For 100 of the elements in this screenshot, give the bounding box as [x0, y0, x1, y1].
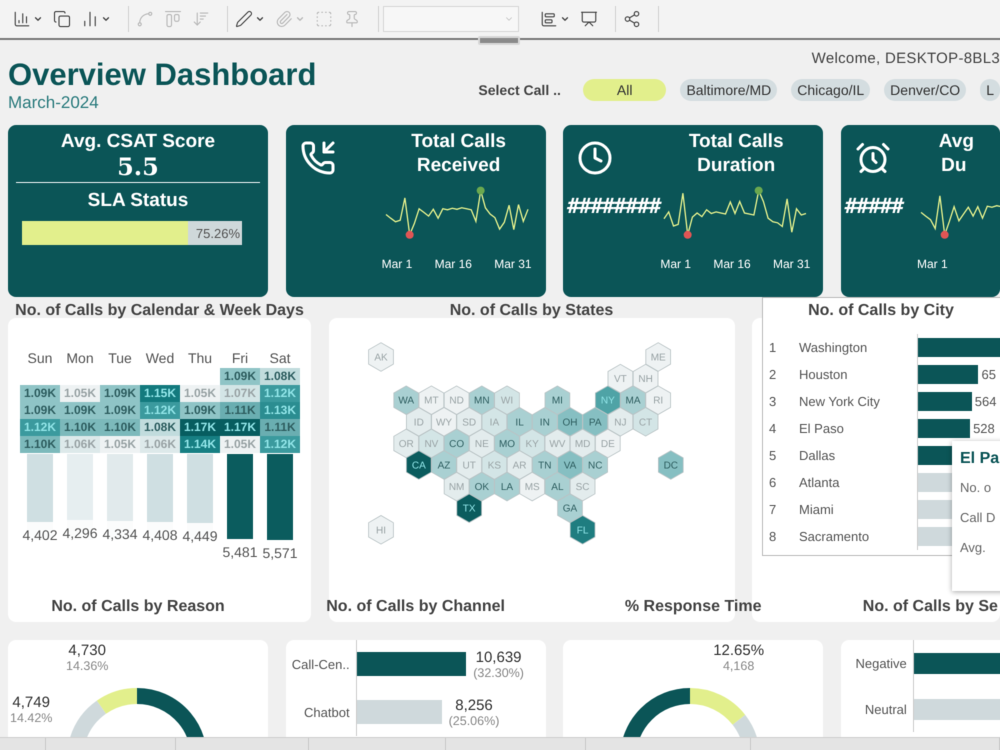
- bar-value: 5,481: [222, 544, 258, 560]
- state-tile[interactable]: IL: [506, 407, 532, 437]
- state-tile[interactable]: SC: [569, 472, 595, 502]
- state-tile[interactable]: AL: [544, 472, 570, 502]
- card-title: Avg. CSAT Score: [60, 130, 216, 154]
- tooltip-title: El Pa: [960, 450, 1000, 468]
- heatmap-cell: 1.06K: [60, 436, 100, 453]
- weekday-label: Tue: [107, 350, 133, 366]
- weekday-label: Thu: [186, 350, 214, 366]
- bar-chart-icon: [540, 10, 558, 28]
- bar-share: (25.06%): [448, 714, 500, 728]
- heatmap-cell: 1.08K: [260, 368, 300, 385]
- state-tile[interactable]: WI: [494, 385, 520, 415]
- filter-option[interactable]: L: [980, 79, 1000, 101]
- panel-title: No. of Calls by Calendar & Week Days: [14, 301, 305, 321]
- filter-option[interactable]: Denver/CO: [884, 79, 966, 101]
- state-tile[interactable]: TX: [456, 493, 482, 523]
- state-tile[interactable]: IA: [481, 407, 507, 437]
- share-icon: [623, 10, 641, 28]
- state-tile[interactable]: MS: [518, 472, 544, 502]
- card-value: ########: [566, 194, 660, 218]
- text-box-icon: [315, 10, 333, 28]
- state-tile[interactable]: WA: [392, 385, 418, 415]
- caret-icon: [560, 14, 570, 24]
- heatmap-cell: 1.09K: [100, 385, 140, 402]
- resize-handle[interactable]: [478, 36, 520, 45]
- state-tile[interactable]: NJ: [607, 407, 633, 437]
- copy-icon: [53, 10, 71, 28]
- panel-title: % Response Time: [624, 597, 762, 617]
- heatmap-cell: 1.17K: [220, 419, 260, 436]
- presentation-icon: [580, 10, 598, 28]
- filter-option[interactable]: All: [582, 79, 666, 101]
- alarm-clock-icon: [854, 140, 891, 176]
- state-tile[interactable]: VA: [556, 450, 582, 480]
- state-tile[interactable]: CA: [406, 450, 432, 480]
- heatmap-cell: 1.05K: [100, 436, 140, 453]
- segment-share: 14.42%: [10, 711, 52, 725]
- state-tile[interactable]: CT: [632, 407, 658, 437]
- tooltip-line: Avg.: [960, 540, 987, 555]
- heatmap-cell: 1.05K: [60, 385, 100, 402]
- heatmap-cell: 1.09K: [20, 385, 60, 402]
- caret-icon: [295, 14, 305, 24]
- pen-icon: [235, 10, 253, 28]
- weekday-label: Mon: [65, 350, 95, 366]
- state-tile[interactable]: VT: [607, 364, 633, 394]
- state-tile[interactable]: AK: [368, 342, 394, 372]
- city-name: Atlanta: [799, 475, 840, 490]
- state-tile[interactable]: NC: [582, 450, 608, 480]
- state-tile[interactable]: NM: [443, 472, 469, 502]
- rank-number: 3: [769, 394, 778, 409]
- heatmap-cell: 1.10K: [100, 419, 140, 436]
- state-tile[interactable]: RI: [644, 385, 670, 415]
- panel-title: No. of Calls by Channel: [325, 597, 506, 617]
- connector-icon: [136, 10, 154, 28]
- caret-icon: [101, 14, 111, 24]
- city-name: Dallas: [799, 448, 836, 463]
- card-title: Total Calls Duration: [688, 130, 785, 178]
- chart-add-icon: [13, 10, 31, 28]
- rank-number: 8: [769, 529, 778, 544]
- panel-title: No. of Calls by Se: [862, 597, 999, 617]
- state-tile[interactable]: AZ: [430, 450, 456, 480]
- dropdown-field[interactable]: [383, 6, 519, 32]
- state-tile[interactable]: GA: [556, 493, 582, 523]
- bar-value: 4,296: [62, 525, 98, 542]
- rank-number: 1: [769, 340, 778, 355]
- heatmap-cell: 1.12K: [140, 402, 180, 419]
- state-tile[interactable]: HI: [368, 515, 394, 545]
- axis-label: Mar 31: [494, 257, 532, 271]
- bar-value: 528: [973, 421, 995, 436]
- state-tile[interactable]: FL: [569, 515, 595, 545]
- city-name: Washington: [799, 340, 868, 355]
- axis-label: Mar 1: [660, 257, 692, 271]
- sentiment-label: Negative: [854, 656, 908, 670]
- filter-option[interactable]: Baltimore/MD: [680, 79, 778, 101]
- tooltip-line: No. o: [960, 480, 992, 495]
- dashboard-subtitle: March-2024: [8, 93, 100, 113]
- filter-option[interactable]: Chicago/IL: [791, 79, 870, 101]
- card-value: 5.5: [116, 154, 160, 180]
- state-tile[interactable]: DC: [658, 450, 684, 480]
- caret-icon: [255, 14, 265, 24]
- state-tile[interactable]: LA: [494, 472, 520, 502]
- axis-label: Mar 31: [772, 257, 810, 271]
- heatmap-cell: 1.12K: [20, 419, 60, 436]
- state-tile[interactable]: MI: [544, 385, 570, 415]
- segment-value: 12.65%: [713, 642, 764, 659]
- weekday-label: Sat: [268, 350, 292, 366]
- state-tile[interactable]: OR: [392, 428, 418, 458]
- heatmap-cell: 1.07K: [220, 385, 260, 402]
- align-icon: [164, 10, 182, 28]
- channel-label: Call-Cen..: [290, 656, 351, 672]
- bar-value: 8,256: [455, 696, 493, 714]
- heatmap-cell: 1.05K: [180, 385, 220, 402]
- pin-icon: [343, 10, 361, 28]
- bar-value: 5,571: [262, 545, 298, 561]
- heatmap-cell: 1.15K: [140, 385, 180, 402]
- weekday-label: Sun: [26, 350, 54, 366]
- rank-number: 6: [769, 475, 778, 490]
- bar-value: 65: [981, 367, 996, 382]
- city-name: New York City: [799, 394, 881, 409]
- panel-title: No. of Calls by States: [448, 301, 614, 321]
